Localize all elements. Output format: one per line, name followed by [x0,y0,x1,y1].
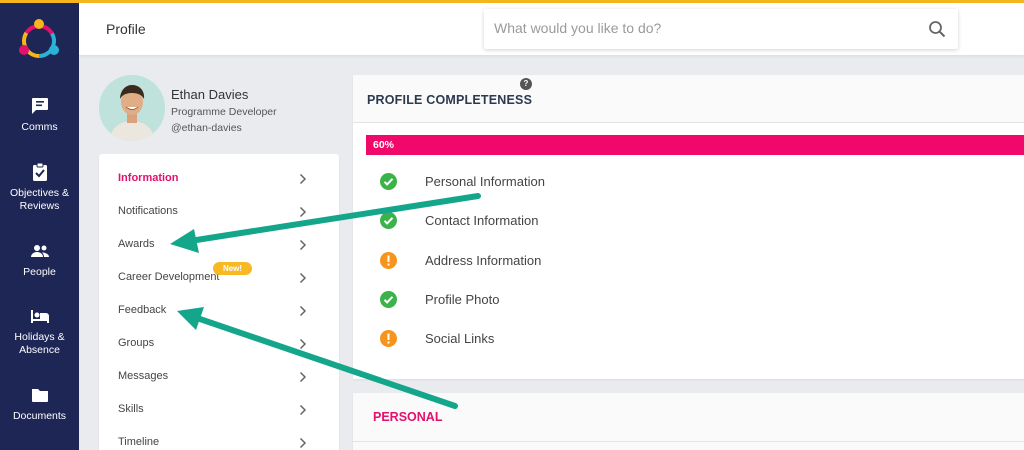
user-handle: @ethan-davies [171,122,242,134]
chevron-right-icon [299,437,307,449]
menu-item-timeline[interactable]: Timeline [99,426,339,450]
nav-label-comms: Comms [21,121,58,133]
nav-item-people[interactable]: People [0,241,79,279]
menu-item-label: Information [118,172,179,184]
menu-item-label: Messages [118,370,169,382]
completeness-item-label: Address Information [425,253,542,268]
bed-icon [30,310,49,323]
user-role: Programme Developer [171,106,277,118]
check-circle-icon [380,291,397,308]
chevron-right-icon [299,371,307,383]
avatar[interactable] [99,75,165,141]
profile-completeness-title: PROFILE COMPLETENESS [367,93,533,107]
check-circle-icon [380,212,397,229]
chevron-right-icon [299,404,307,416]
search-box[interactable] [484,9,958,49]
progress-fill [366,135,1024,155]
page-title: Profile [106,21,146,37]
user-name: Ethan Davies [171,87,249,102]
chevron-right-icon [299,173,307,185]
chevron-right-icon [299,305,307,317]
chevron-right-icon [299,206,307,218]
menu-item-label: Awards [118,238,155,250]
menu-item-skills[interactable]: Skills [99,393,339,426]
profile-menu: Information Notifications Awards Career … [99,154,339,450]
nav-label-people: People [23,266,56,278]
exclamation-circle-icon [380,252,397,269]
menu-item-messages[interactable]: Messages [99,360,339,393]
menu-item-label: Timeline [118,436,160,448]
check-circle-icon [380,173,397,190]
help-icon[interactable]: ? [520,78,532,90]
nav-item-holidays-absence[interactable]: Holidays & Absence [0,306,79,357]
completeness-item-label: Contact Information [425,213,539,228]
menu-item-feedback[interactable]: Feedback [99,294,339,327]
folder-icon [31,389,48,402]
completeness-item-address-information[interactable]: Address Information [353,250,953,272]
completeness-item-social-links[interactable]: Social Links [353,328,953,350]
nav-item-objectives-reviews[interactable]: Objectives & Reviews [0,162,79,213]
completeness-item-label: Social Links [425,331,495,346]
completeness-item-label: Profile Photo [425,292,500,307]
clipboard-check-icon [32,162,47,181]
menu-item-label: Skills [118,403,144,415]
completeness-item-profile-photo[interactable]: Profile Photo [353,289,953,311]
app-logo[interactable] [13,14,65,66]
nav-label-objectives-reviews: Objectives & Reviews [10,187,69,212]
chevron-right-icon [299,338,307,350]
menu-item-label: Feedback [118,304,167,316]
menu-item-information[interactable]: Information [99,162,339,195]
people-icon [30,245,49,257]
menu-item-label: Career Development [118,271,220,283]
top-header: Profile [79,3,1024,55]
completeness-item-personal-information[interactable]: Personal Information [353,171,953,193]
search-icon[interactable] [928,20,946,38]
chevron-right-icon [299,239,307,251]
avatar-photo [99,75,165,141]
nav-label-holidays-absence: Holidays & Absence [14,331,65,356]
nav-label-documents: Documents [12,410,67,422]
top-accent-line [0,0,1024,3]
nav-item-comms[interactable]: Comms [0,96,79,134]
completeness-item-label: Personal Information [425,174,545,189]
menu-item-awards[interactable]: Awards [99,228,339,261]
profile-completeness-header: PROFILE COMPLETENESS ? [353,75,1024,123]
profile-completeness-card: PROFILE COMPLETENESS ? 60% Personal Info… [353,75,1024,379]
menu-item-groups[interactable]: Groups [99,327,339,360]
divider [353,441,1024,442]
search-input[interactable] [494,20,914,36]
personal-section[interactable]: PERSONAL [353,393,1024,450]
personal-section-title: PERSONAL [373,410,443,424]
chat-icon [31,98,48,114]
new-badge: New! [213,262,252,275]
completeness-progress-bar: 60% [366,135,1024,155]
nav-item-documents[interactable]: Documents [0,385,79,423]
exclamation-circle-icon [380,330,397,347]
chevron-right-icon [299,272,307,284]
left-navigation: Comms Objectives & Reviews People Holida… [0,0,79,450]
menu-item-label: Notifications [118,205,178,217]
menu-item-notifications[interactable]: Notifications [99,195,339,228]
menu-item-label: Groups [118,337,155,349]
progress-label: 60% [373,139,395,151]
completeness-item-contact-information[interactable]: Contact Information [353,210,953,232]
